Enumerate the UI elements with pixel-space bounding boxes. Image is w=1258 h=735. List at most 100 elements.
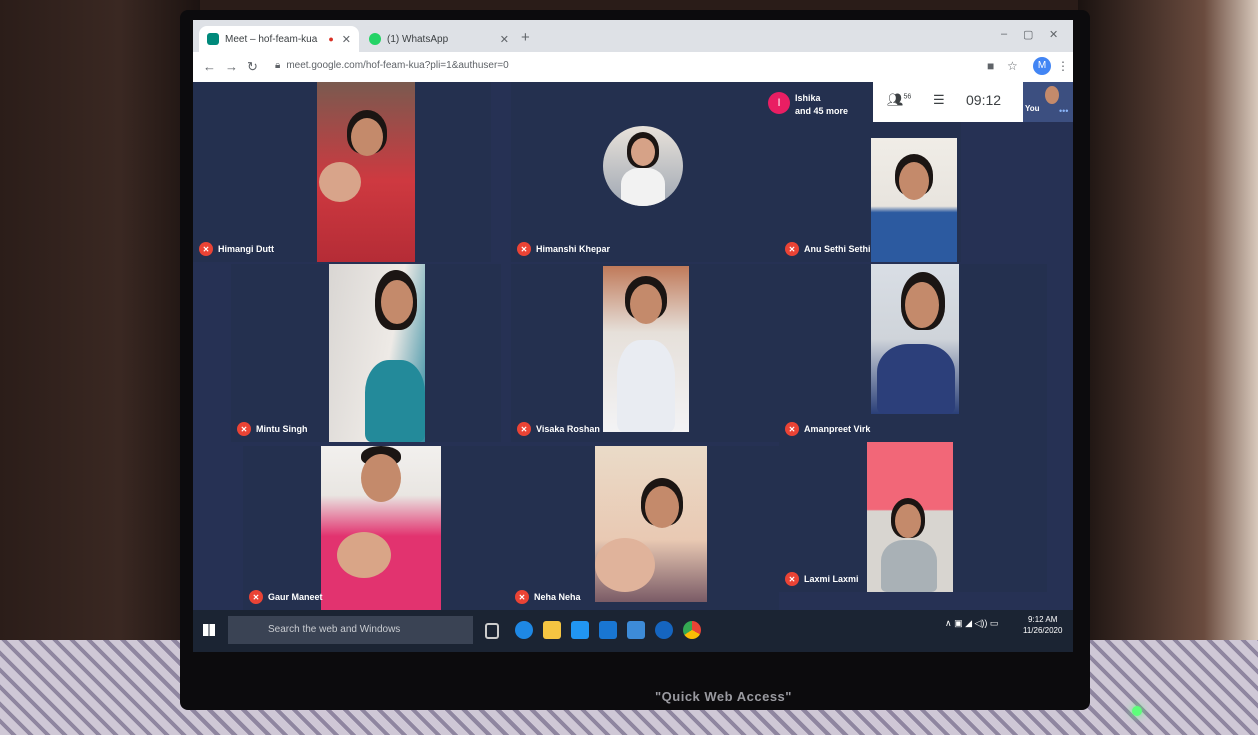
back-arrow-icon[interactable]: ← (203, 59, 216, 74)
participant-tile[interactable]: ✕ Amanpreet Virk (779, 264, 1047, 442)
self-view-tile[interactable]: You ••• (1023, 82, 1073, 122)
self-label: You (1025, 104, 1040, 113)
tab-meet[interactable]: Meet – hof-feam-kua ● ✕ (199, 26, 359, 52)
menu-dots-icon[interactable]: ⋮ (1057, 59, 1069, 73)
participant-face (895, 504, 921, 538)
participant-body (881, 540, 937, 592)
mail-icon[interactable] (599, 621, 617, 639)
address-bar: ← → ↻ 🔒︎ meet.google.com/hof-feam-kua?pli… (193, 52, 1073, 83)
participant-face (905, 282, 939, 328)
tab-whatsapp-title: (1) WhatsApp (387, 33, 449, 45)
power-led (1132, 706, 1142, 716)
monitor-screen: Meet – hof-feam-kua ● ✕ (1) WhatsApp ✕ +… (193, 20, 1073, 652)
participant-video (603, 266, 689, 432)
meet-participant-grid: ✕ Himangi Dutt ✕ Himanshi Khepar ✕ Anu S… (193, 82, 1073, 610)
muted-mic-icon: ✕ (515, 590, 529, 604)
participant-video (317, 82, 415, 262)
recording-dot-icon: ● (328, 34, 334, 44)
participant-hand (337, 532, 391, 578)
taskbar-time: 9:12 AM (1028, 615, 1058, 624)
participant-name: Himangi Dutt (218, 244, 274, 254)
meet-favicon-icon (207, 33, 219, 45)
maximize-icon[interactable]: ▢ (1023, 28, 1033, 41)
participant-nametag: ✕ Neha Neha (515, 590, 581, 604)
more-options-icon[interactable]: ••• (1059, 106, 1068, 116)
windows-taskbar: Search the web and Windows ∧ ▣ ◢ ◁)) ▭ 9… (193, 610, 1073, 652)
more-participants-name: Ishika (795, 93, 821, 103)
muted-mic-icon: ✕ (517, 422, 531, 436)
taskbar-date: 11/26/2020 (1023, 626, 1063, 635)
edge-new-icon[interactable] (655, 621, 673, 639)
close-tab-icon[interactable]: ✕ (342, 33, 351, 46)
self-face (1045, 86, 1059, 104)
system-tray[interactable]: ∧ ▣ ◢ ◁)) ▭ (945, 618, 998, 629)
profile-avatar[interactable]: M (1033, 57, 1051, 75)
participant-nametag: ✕ Mintu Singh (237, 422, 308, 436)
tab-meet-title: Meet – hof-feam-kua (225, 33, 318, 45)
participant-face (351, 118, 383, 156)
participant-name: Visaka Roshan (536, 424, 600, 434)
participant-face (381, 280, 413, 324)
app-icon[interactable] (627, 621, 645, 639)
url-field[interactable]: 🔒︎ meet.google.com/hof-feam-kua?pli=1&aut… (275, 60, 509, 71)
file-explorer-icon[interactable] (543, 621, 561, 639)
participant-video (329, 264, 425, 442)
meeting-clock: 09:12 (966, 92, 1002, 108)
participant-tile[interactable]: ✕ Himanshi Khepar (511, 82, 779, 262)
taskbar-search-box[interactable]: Search the web and Windows (228, 616, 473, 644)
muted-mic-icon: ✕ (517, 242, 531, 256)
participant-avatar-photo (603, 126, 683, 206)
participant-face (631, 138, 655, 166)
forward-arrow-icon[interactable]: → (225, 59, 238, 74)
windows-start-icon[interactable] (203, 624, 215, 636)
edge-icon[interactable] (515, 621, 533, 639)
store-icon[interactable] (571, 621, 589, 639)
participant-name: Amanpreet Virk (804, 424, 871, 434)
chrome-icon[interactable] (683, 621, 701, 639)
muted-mic-icon: ✕ (785, 422, 799, 436)
muted-mic-icon: ✕ (199, 242, 213, 256)
people-icon[interactable]: 👥︎56 (887, 92, 911, 108)
participant-nametag: ✕ Himangi Dutt (199, 242, 274, 256)
participant-nametag: ✕ Anu Sethi Sethi (785, 242, 871, 256)
muted-mic-icon: ✕ (249, 590, 263, 604)
participant-tile[interactable]: ✕ Neha Neha (509, 446, 779, 610)
participant-hand (319, 162, 361, 202)
participant-face (645, 486, 679, 528)
participant-video (595, 446, 707, 602)
new-tab-button[interactable]: + (521, 29, 530, 46)
participant-name: Neha Neha (534, 592, 581, 602)
participant-tile[interactable]: ✕ Visaka Roshan (511, 264, 779, 442)
participant-video (871, 264, 959, 414)
chat-icon[interactable]: ☰ (933, 92, 945, 108)
lock-icon: 🔒︎ (275, 60, 281, 71)
participant-face (899, 162, 929, 200)
participant-tile[interactable]: ✕ Himangi Dutt (193, 82, 491, 262)
participant-tile[interactable]: ✕ Mintu Singh (231, 264, 501, 442)
participant-nametag: ✕ Amanpreet Virk (785, 422, 870, 436)
more-participants-count: and 45 more (795, 106, 849, 116)
reload-icon[interactable]: ↻ (247, 59, 258, 75)
wall-right (1078, 0, 1258, 735)
participant-hand (595, 538, 655, 592)
star-icon[interactable]: ☆ (1007, 59, 1018, 73)
tab-whatsapp[interactable]: (1) WhatsApp ✕ (361, 26, 517, 52)
muted-mic-icon: ✕ (785, 572, 799, 586)
participant-tile[interactable]: ✕ Laxmi Laxmi (779, 442, 1047, 592)
url-text: meet.google.com/hof-feam-kua?pli=1&authu… (286, 60, 509, 71)
browser-tab-bar: Meet – hof-feam-kua ● ✕ (1) WhatsApp ✕ +… (193, 20, 1073, 52)
close-window-icon[interactable]: ✕ (1049, 28, 1058, 41)
participant-video (867, 442, 953, 592)
participant-tile[interactable]: ✕ Gaur Maneet (243, 446, 509, 610)
task-view-icon[interactable] (485, 623, 499, 639)
camera-icon[interactable]: ■ (987, 59, 994, 73)
participant-name: Mintu Singh (256, 424, 308, 434)
participant-name: Gaur Maneet (268, 592, 323, 602)
wall-left (0, 0, 200, 735)
close-tab-icon[interactable]: ✕ (500, 33, 509, 46)
minimize-icon[interactable]: – (1001, 28, 1007, 40)
participant-count: 56 (903, 93, 912, 101)
taskbar-clock[interactable]: 9:12 AM 11/26/2020 (1023, 614, 1062, 636)
participant-nametag: ✕ Visaka Roshan (517, 422, 600, 436)
monitor-brand-text: "Quick Web Access" (655, 689, 792, 704)
